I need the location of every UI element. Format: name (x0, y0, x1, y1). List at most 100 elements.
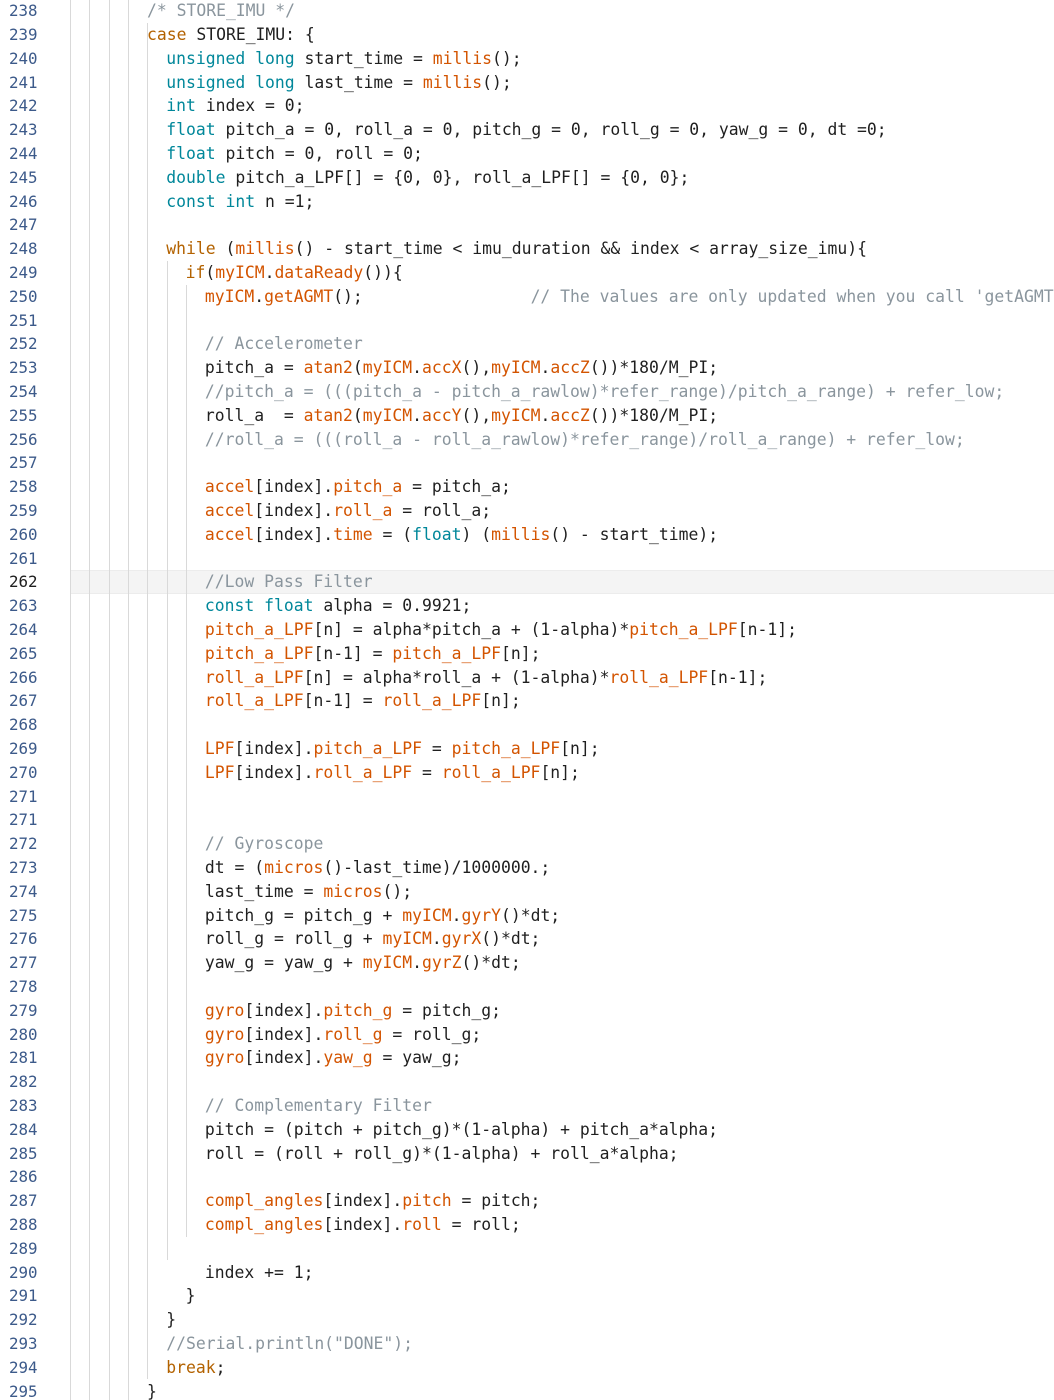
code-token: [index]. (244, 1024, 324, 1044)
code-line[interactable]: LPF[index].pitch_a_LPF = pitch_a_LPF[n]; (205, 737, 600, 761)
code-line[interactable]: } (186, 1284, 196, 1308)
code-line[interactable]: float pitch_a = 0, roll_a = 0, pitch_g =… (166, 118, 886, 142)
line-number: 263 (9, 596, 38, 616)
code-token: = yaw_g; (372, 1048, 462, 1068)
code-line[interactable]: roll = (roll + roll_g)*(1-alpha) + roll_… (205, 1142, 679, 1166)
code-token: unsigned (166, 72, 246, 92)
code-line[interactable]: LPF[index].roll_a_LPF = roll_a_LPF[n]; (205, 761, 580, 785)
code-line[interactable]: // Accelerometer (205, 332, 363, 356)
code-line[interactable]: } (166, 1308, 176, 1332)
code-token: pitch = 0, roll = 0; (215, 143, 423, 163)
code-token: [index]. (234, 762, 314, 782)
code-token: ) ( (461, 524, 492, 544)
code-token: myICM (204, 286, 255, 306)
code-token: ()){ (363, 262, 403, 282)
code-line[interactable]: last_time = micros(); (205, 880, 412, 904)
code-token: //Low Pass Filter (204, 572, 373, 592)
line-number-gutter: 238 239 240 241 242 243 244 245 246 247 248 249 250 2… (0, 0, 70, 1400)
line-number: 256 (9, 429, 38, 449)
line-number: 241 (9, 72, 38, 92)
code-token: dt = ( (204, 857, 265, 877)
code-line[interactable]: roll_g = roll_g + myICM.gyrX()*dt; (205, 927, 541, 951)
code-line[interactable]: // Complementary Filter (205, 1094, 432, 1118)
line-number: 293 (9, 1333, 38, 1353)
code-line[interactable]: gyro[index].roll_g = roll_g; (205, 1023, 481, 1047)
code-token: millis (422, 72, 483, 92)
indent-guide (185, 284, 187, 1237)
code-line[interactable]: myICM.getAGMT(); // The values are only … (205, 285, 1054, 309)
code-token: accY (422, 405, 462, 425)
code-line[interactable]: unsigned long last_time = millis(); (166, 71, 511, 95)
line-number: 290 (9, 1262, 38, 1282)
code-line[interactable]: /* STORE_IMU */ (147, 0, 295, 23)
code-line[interactable]: roll_a_LPF[n-1] = roll_a_LPF[n]; (205, 689, 521, 713)
code-line[interactable]: pitch_a_LPF[n-1] = pitch_a_LPF[n]; (205, 642, 541, 666)
code-token: n =1; (255, 191, 315, 211)
code-line[interactable]: roll_a = atan2(myICM.accY(),myICM.accZ()… (205, 404, 718, 428)
code-line[interactable]: pitch = (pitch + pitch_g)*(1-alpha) + pi… (205, 1118, 718, 1142)
code-token: if (185, 262, 206, 282)
line-number: 289 (9, 1238, 38, 1258)
code-line[interactable]: //Serial.println("DONE"); (166, 1332, 413, 1356)
code-token: pitch_g = pitch_g + (204, 905, 403, 925)
line-number: 285 (9, 1143, 38, 1163)
code-line[interactable]: } (147, 1380, 157, 1400)
code-token: (); (333, 286, 531, 306)
code-line[interactable]: roll_a_LPF[n] = alpha*roll_a + (1-alpha)… (205, 666, 768, 690)
code-token: accel (204, 524, 255, 544)
line-number: 262 (9, 572, 38, 592)
code-token: ())*180/M_PI; (589, 358, 719, 378)
code-line[interactable]: index += 1; (205, 1261, 314, 1285)
code-line[interactable]: float pitch = 0, roll = 0; (166, 142, 423, 166)
code-line[interactable]: accel[index].pitch_a = pitch_a; (205, 475, 511, 499)
code-token: //roll_a = (((roll_a - roll_a_rawlow)*re… (204, 429, 965, 449)
code-line[interactable]: dt = (micros()-last_time)/1000000.; (205, 856, 550, 880)
line-number: 251 (9, 310, 38, 330)
line-number: 295 (9, 1381, 38, 1400)
line-number: 245 (9, 167, 38, 187)
code-token: [index]. (244, 1000, 324, 1020)
code-line[interactable]: const int n =1; (166, 190, 314, 214)
code-line[interactable]: gyro[index].pitch_g = pitch_g; (205, 999, 501, 1023)
code-line[interactable]: yaw_g = yaw_g + myICM.gyrZ()*dt; (205, 951, 521, 975)
code-token: ()*dt; (481, 929, 541, 949)
code-token: (); (382, 881, 413, 901)
code-line[interactable]: while (millis() - start_time < imu_durat… (166, 237, 867, 261)
line-number: 294 (9, 1357, 38, 1377)
line-number: 261 (9, 548, 38, 568)
code-line[interactable]: gyro[index].yaw_g = yaw_g; (205, 1046, 462, 1070)
code-line[interactable]: compl_angles[index].pitch = pitch; (205, 1189, 541, 1213)
code-line[interactable]: if(myICM.dataReady()){ (186, 261, 403, 285)
code-line[interactable]: compl_angles[index].roll = roll; (205, 1213, 521, 1237)
line-number: 270 (9, 762, 38, 782)
code-line[interactable]: case STORE_IMU: { (147, 23, 315, 47)
code-token: roll_g (323, 1024, 383, 1044)
code-line[interactable]: //pitch_a = (((pitch_a - pitch_a_rawlow)… (205, 380, 1004, 404)
line-number: 269 (9, 738, 38, 758)
code-token: [index]. (323, 1191, 403, 1211)
code-token: myICM (362, 405, 413, 425)
code-line[interactable]: accel[index].roll_a = roll_a; (205, 499, 491, 523)
code-line[interactable]: pitch_a = atan2(myICM.accX(),myICM.accZ(… (205, 356, 718, 380)
code-line[interactable]: //roll_a = (((roll_a - roll_a_rawlow)*re… (205, 428, 965, 452)
code-line[interactable]: accel[index].time = (float) (millis() - … (205, 523, 718, 547)
code-line[interactable]: // Gyroscope (205, 832, 323, 856)
code-token: millis (235, 239, 295, 259)
code-line[interactable]: unsigned long start_time = millis(); (166, 47, 521, 71)
code-line[interactable]: const float alpha = 0.9921; (205, 594, 471, 618)
line-number: 254 (9, 381, 38, 401)
code-editor[interactable]: 238 239 240 241 242 243 244 245 246 247 248 249 250 2… (0, 0, 1054, 1400)
code-line[interactable]: pitch_g = pitch_g + myICM.gyrY()*dt; (205, 904, 560, 928)
code-token: double (166, 167, 226, 187)
code-line[interactable]: int index = 0; (166, 94, 304, 118)
code-line[interactable]: double pitch_a_LPF[] = {0, 0}, roll_a_LP… (166, 166, 689, 190)
line-number: 239 (9, 24, 38, 44)
line-number: 242 (9, 96, 38, 116)
code-token: LPF (204, 762, 235, 782)
code-token: [index]. (254, 524, 334, 544)
code-line[interactable]: break; (166, 1356, 225, 1380)
code-token: gyrZ (422, 953, 462, 973)
code-line[interactable]: //Low Pass Filter (205, 570, 373, 594)
code-line[interactable]: pitch_a_LPF[n] = alpha*pitch_a + (1-alph… (205, 618, 797, 642)
code-token: int (166, 96, 196, 116)
